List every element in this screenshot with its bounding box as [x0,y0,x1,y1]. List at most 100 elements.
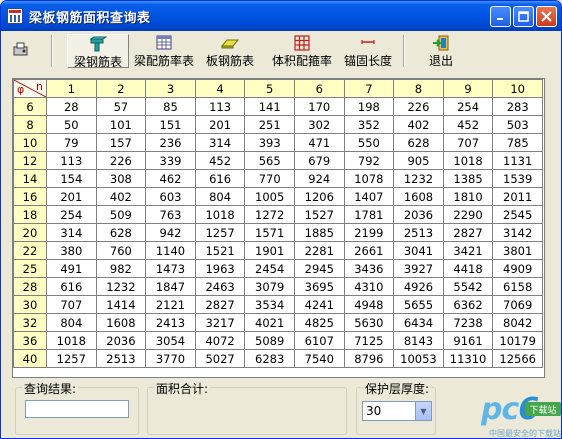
table-cell[interactable]: 1018 [442,151,494,170]
table-cell[interactable]: 4072 [194,331,246,350]
table-cell[interactable]: 2463 [194,277,246,296]
row-header-diameter[interactable]: 12 [13,151,47,170]
table-cell[interactable]: 254 [46,205,97,224]
table-cell[interactable]: 4909 [492,259,543,278]
table-cell[interactable]: 1608 [393,187,444,206]
table-cell[interactable]: 1272 [244,205,295,224]
table-cell[interactable]: 1005 [244,187,295,206]
table-cell[interactable]: 1521 [194,241,246,260]
table-cell[interactable]: 982 [95,259,147,278]
table-cell[interactable]: 2290 [442,205,494,224]
table-cell[interactable]: 3217 [194,313,246,332]
query-result-field[interactable] [25,400,129,418]
row-header-diameter[interactable]: 18 [13,205,47,224]
chevron-down-icon[interactable]: ▼ [415,402,431,420]
table-cell[interactable]: 1847 [145,277,196,296]
column-header[interactable]: 8 [393,79,444,98]
table-cell[interactable]: 226 [95,151,147,170]
table-cell[interactable]: 1078 [343,169,395,188]
row-header-diameter[interactable]: 28 [13,277,47,296]
slab-rebar-table-button[interactable]: 板钢筋表 [203,34,257,68]
row-header-diameter[interactable]: 22 [13,241,47,260]
table-cell[interactable]: 2827 [194,295,246,314]
table-cell[interactable]: 3927 [393,259,444,278]
minimize-button[interactable] [490,6,511,27]
table-cell[interactable]: 3801 [492,241,543,260]
table-cell[interactable]: 2281 [293,241,345,260]
table-cell[interactable]: 707 [442,133,494,152]
maximize-button[interactable] [513,6,534,27]
table-cell[interactable]: 462 [145,169,196,188]
table-cell[interactable]: 550 [343,133,395,152]
beam-rebar-table-button[interactable]: 梁钢筋表 [67,34,129,69]
table-cell[interactable]: 2036 [393,205,444,224]
table-cell[interactable]: 6107 [293,331,345,350]
table-cell[interactable]: 339 [145,151,196,170]
title-bar[interactable]: 梁板钢筋面积查询表 [1,1,561,31]
table-cell[interactable]: 3079 [244,277,295,296]
table-cell[interactable]: 5027 [194,349,246,368]
row-header-diameter[interactable]: 20 [13,223,47,242]
table-cell[interactable]: 3770 [145,349,196,368]
table-cell[interactable]: 4948 [343,295,395,314]
table-cell[interactable]: 1140 [145,241,196,260]
table-cell[interactable]: 3142 [492,223,543,242]
column-header[interactable]: 5 [244,79,295,98]
table-cell[interactable]: 7125 [343,331,395,350]
table-cell[interactable]: 254 [442,97,494,116]
table-cell[interactable]: 1018 [194,205,246,224]
table-cell[interactable]: 1232 [95,277,147,296]
table-cell[interactable]: 1527 [293,205,345,224]
table-cell[interactable]: 4926 [393,277,444,296]
table-cell[interactable]: 616 [194,169,246,188]
table-cell[interactable]: 57 [95,97,147,116]
table-cell[interactable]: 628 [393,133,444,152]
table-cell[interactable]: 770 [244,169,295,188]
table-cell[interactable]: 2513 [393,223,444,242]
table-cell[interactable]: 2545 [492,205,543,224]
table-cell[interactable]: 804 [194,187,246,206]
row-header-diameter[interactable]: 40 [13,349,47,368]
table-cell[interactable]: 170 [293,97,345,116]
table-cell[interactable]: 201 [194,115,246,134]
table-cell[interactable]: 503 [492,115,543,134]
table-cell[interactable]: 2513 [95,349,147,368]
row-header-diameter[interactable]: 16 [13,187,47,206]
table-cell[interactable]: 1885 [293,223,345,242]
table-cell[interactable]: 679 [293,151,345,170]
table-cell[interactable]: 1257 [194,223,246,242]
table-cell[interactable]: 905 [393,151,444,170]
table-cell[interactable]: 141 [244,97,295,116]
table-cell[interactable]: 1131 [492,151,543,170]
column-header[interactable]: 3 [145,79,196,98]
table-cell[interactable]: 7069 [492,295,543,314]
table-cell[interactable]: 7238 [442,313,494,332]
column-header[interactable]: 1 [46,79,97,98]
table-cell[interactable]: 79 [46,133,97,152]
table-cell[interactable]: 2011 [492,187,543,206]
beam-ratio-table-button[interactable]: 梁配筋率表 [133,34,195,68]
column-header[interactable]: 6 [293,79,345,98]
table-cell[interactable]: 4418 [442,259,494,278]
table-cell[interactable]: 308 [95,169,147,188]
table-cell[interactable]: 3436 [343,259,395,278]
table-cell[interactable]: 6283 [244,349,295,368]
table-cell[interactable]: 314 [194,133,246,152]
table-cell[interactable]: 1414 [95,295,147,314]
volume-stirrup-ratio-button[interactable]: 体积配箍率 [267,34,337,68]
table-cell[interactable]: 942 [145,223,196,242]
table-cell[interactable]: 471 [293,133,345,152]
table-cell[interactable]: 6362 [442,295,494,314]
table-cell[interactable]: 28 [46,97,97,116]
row-header-diameter[interactable]: 36 [13,331,47,350]
row-header-diameter[interactable]: 32 [13,313,47,332]
table-cell[interactable]: 11310 [442,349,494,368]
table-cell[interactable]: 85 [145,97,196,116]
table-cell[interactable]: 101 [95,115,147,134]
table-cell[interactable]: 2121 [145,295,196,314]
cover-thickness-select[interactable]: 30 ▼ [362,401,432,421]
table-cell[interactable]: 12566 [492,349,543,368]
row-header-diameter[interactable]: 10 [13,133,47,152]
table-cell[interactable]: 402 [393,115,444,134]
table-cell[interactable]: 5630 [343,313,395,332]
